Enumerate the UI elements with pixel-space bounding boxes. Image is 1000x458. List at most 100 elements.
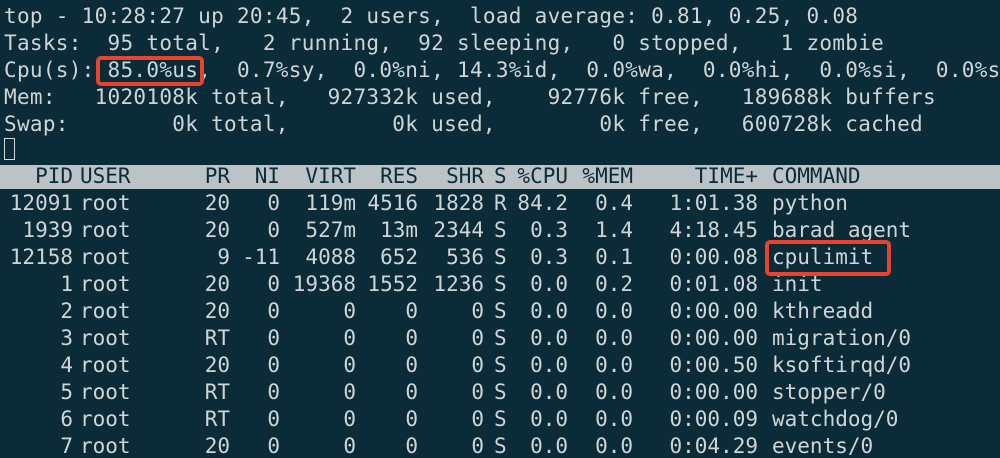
cell-command: python (772, 191, 848, 215)
cell-ni: 0 (267, 380, 280, 404)
cell-ni: 0 (267, 218, 280, 242)
cell-res: 4516 (367, 191, 418, 215)
cell-pid: 2 (60, 299, 73, 323)
header-user: USER (80, 164, 131, 188)
cell-res: 13m (380, 218, 418, 242)
cell-pid: 1 (60, 272, 73, 296)
cell-cpu: 0.0 (530, 407, 568, 431)
cell-virt: 0 (343, 326, 356, 350)
process-row: 7 root 20 0 0 0 0 S 0.0 0.0 0:04.29 events/0 (0, 433, 1000, 458)
cell-virt: 0 (343, 353, 356, 377)
cell-virt: 19368 (292, 272, 356, 296)
cell-user: root (80, 245, 131, 269)
cell-command: stopper/0 (772, 380, 886, 404)
cell-res: 0 (405, 434, 418, 458)
cell-mem: 0.2 (595, 272, 633, 296)
cell-state: S (494, 353, 507, 377)
cell-mem: 0.4 (595, 191, 633, 215)
process-row: 12091 root 20 0 119m 4516 1828 R 84.2 0.4 1:01.38 p… (0, 190, 1000, 217)
cell-user: root (80, 218, 131, 242)
cell-pr: 20 (204, 299, 230, 323)
cell-mem: 0.0 (595, 353, 633, 377)
cell-res: 0 (405, 299, 418, 323)
cell-res: 0 (405, 326, 418, 350)
cell-state: S (494, 299, 507, 323)
process-row: 4 root 20 0 0 0 0 S 0.0 0.0 0:00.50 ksoftirqd/0 (0, 352, 1000, 379)
cell-time: 0:01.08 (669, 272, 758, 296)
cell-ni: 0 (267, 353, 280, 377)
cpu-usage-highlight (96, 56, 204, 86)
cell-cpu: 0.0 (530, 272, 568, 296)
cell-state: S (494, 326, 507, 350)
cell-user: root (80, 299, 131, 323)
cell-time: 0:00.09 (669, 407, 758, 431)
cell-cpu: 0.0 (530, 326, 568, 350)
memory-summary-line: Mem: 1020108k total, 927332k used, 92776… (4, 85, 936, 109)
cell-command: events/0 (772, 434, 874, 458)
cell-shr: 0 (471, 353, 484, 377)
swap-summary-line: Swap: 0k total, 0k used, 0k free, 600728… (4, 112, 923, 136)
cell-virt: 0 (343, 299, 356, 323)
header-mem: %MEM (582, 164, 633, 188)
cell-state: S (494, 380, 507, 404)
tasks-summary-line: Tasks: 95 total, 2 running, 92 sleeping,… (4, 31, 885, 55)
cell-ni: 0 (267, 326, 280, 350)
cell-state: S (494, 272, 507, 296)
cell-res: 0 (405, 380, 418, 404)
cell-pr: RT (204, 407, 230, 431)
cell-pr: 20 (204, 191, 230, 215)
process-table-header: PID USER PR NI VIRT RES SHR S %CPU %MEM … (0, 163, 1000, 190)
cell-shr: 2344 (433, 218, 484, 242)
cell-mem: 0.1 (595, 245, 633, 269)
cell-shr: 0 (471, 299, 484, 323)
cell-state: S (494, 407, 507, 431)
header-cpu: %CPU (517, 164, 568, 188)
header-time: TIME+ (694, 164, 758, 188)
cell-time: 0:00.00 (669, 326, 758, 350)
cell-cpu: 0.0 (530, 434, 568, 458)
cell-ni: 0 (267, 299, 280, 323)
cell-command: ksoftirqd/0 (772, 353, 912, 377)
header-shr: SHR (446, 164, 484, 188)
cell-user: root (80, 407, 131, 431)
cell-mem: 0.0 (595, 434, 633, 458)
cell-shr: 1828 (433, 191, 484, 215)
cpulimit-highlight (765, 240, 891, 276)
cell-time: 0:00.00 (669, 380, 758, 404)
cell-mem: 0.0 (595, 380, 633, 404)
cell-virt: 4088 (305, 245, 356, 269)
header-res: RES (380, 164, 418, 188)
process-row: 2 root 20 0 0 0 0 S 0.0 0.0 0:00.00 kthreadd (0, 298, 1000, 325)
cell-pid: 1939 (22, 218, 73, 242)
cell-command: watchdog/0 (772, 407, 899, 431)
cell-time: 0:04.29 (669, 434, 758, 458)
cell-pr: RT (204, 380, 230, 404)
terminal-cursor (4, 138, 15, 160)
cell-pr: RT (204, 326, 230, 350)
header-ni: NI (254, 164, 280, 188)
cell-cpu: 0.0 (530, 380, 568, 404)
cell-shr: 0 (471, 380, 484, 404)
cell-virt: 119m (305, 191, 356, 215)
cell-time: 0:00.08 (669, 245, 758, 269)
cell-mem: 1.4 (595, 218, 633, 242)
cell-pr: 20 (204, 353, 230, 377)
cell-user: root (80, 353, 131, 377)
cell-pid: 6 (60, 407, 73, 431)
cell-virt: 0 (343, 380, 356, 404)
terminal-window[interactable]: top - 10:28:27 up 20:45, 2 users, load a… (0, 0, 1000, 458)
cell-time: 4:18.45 (669, 218, 758, 242)
cell-command: migration/0 (772, 326, 912, 350)
header-pr: PR (204, 164, 230, 188)
cell-pid: 4 (60, 353, 73, 377)
cell-shr: 0 (471, 434, 484, 458)
cell-ni: 0 (267, 434, 280, 458)
cell-pid: 7 (60, 434, 73, 458)
cell-time: 0:00.50 (669, 353, 758, 377)
header-virt: VIRT (305, 164, 356, 188)
cell-shr: 0 (471, 407, 484, 431)
cell-cpu: 0.0 (530, 299, 568, 323)
cell-virt: 527m (305, 218, 356, 242)
cell-user: root (80, 434, 131, 458)
cell-virt: 0 (343, 407, 356, 431)
